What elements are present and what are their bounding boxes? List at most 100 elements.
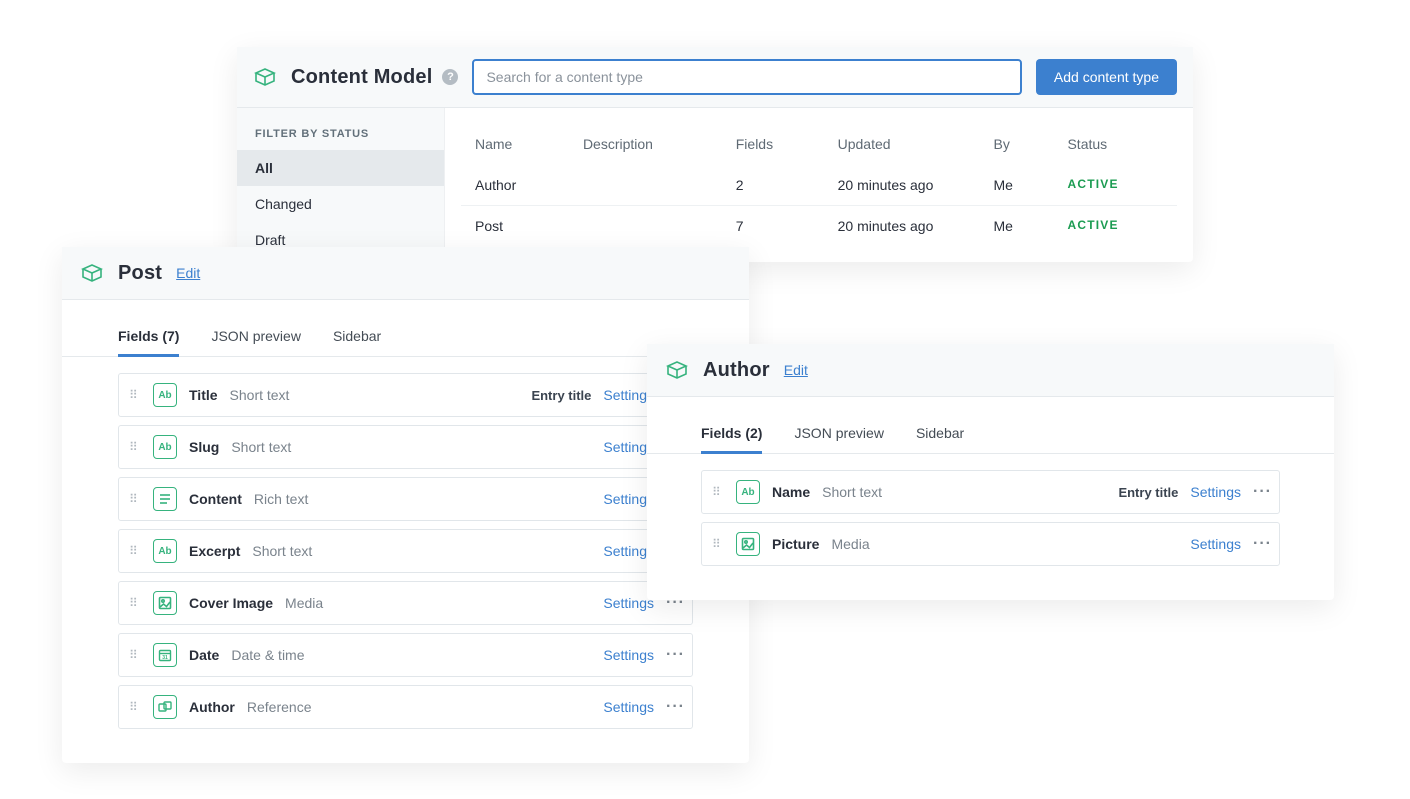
field-name: Content [189,491,242,507]
add-content-type-button[interactable]: Add content type [1036,59,1177,95]
content-types-table: NameDescriptionFieldsUpdatedByStatus Aut… [445,108,1193,262]
field-type: Media [831,536,869,552]
column-header: Updated [824,124,980,165]
cell: Me [980,165,1054,206]
field-row: ⠿ Ab Title Short text Entry title Settin… [118,373,693,417]
field-row: ⠿ Author Reference Settings ··· [118,685,693,729]
media-type-icon [153,591,177,615]
more-icon[interactable]: ··· [1253,535,1269,553]
entry-title-tag: Entry title [531,388,591,403]
cell: 20 minutes ago [824,206,980,247]
cell: Author [461,165,569,206]
drag-handle-icon[interactable]: ⠿ [712,490,724,494]
page-title: Content Model [291,66,432,89]
field-row: ⠿ Cover Image Media Settings ··· [118,581,693,625]
box-icon [253,65,277,89]
field-settings-link[interactable]: Settings [1190,536,1241,552]
field-type: Date & time [231,647,304,663]
field-row: ⠿ 31 Date Date & time Settings ··· [118,633,693,677]
column-header: Status [1053,124,1177,165]
post-window: Post Edit Fields (7) JSON preview Sideba… [62,247,749,763]
drag-handle-icon[interactable]: ⠿ [712,542,724,546]
help-icon[interactable]: ? [442,69,458,85]
field-type: Short text [252,543,312,559]
text-type-icon: Ab [153,383,177,407]
table-row[interactable]: Post 720 minutes agoMeACTIVE [461,206,1177,247]
drag-handle-icon[interactable]: ⠿ [129,705,141,709]
tab-json[interactable]: JSON preview [794,415,883,453]
author-tabs: Fields (2) JSON preview Sidebar [647,415,1334,454]
tab-fields[interactable]: Fields (7) [118,318,179,357]
column-header: Fields [722,124,824,165]
post-title: Post [118,262,162,285]
edit-link[interactable]: Edit [176,265,200,281]
more-icon[interactable]: ··· [666,698,682,716]
box-icon [80,261,104,285]
field-settings-link[interactable]: Settings [603,699,654,715]
drag-handle-icon[interactable]: ⠿ [129,497,141,501]
text-type-icon: Ab [153,435,177,459]
post-tabs: Fields (7) JSON preview Sidebar [62,318,749,357]
drag-handle-icon[interactable]: ⠿ [129,601,141,605]
filter-by-status-title: FILTER BY STATUS [237,128,444,150]
status-badge: ACTIVE [1053,206,1177,247]
text-type-icon: Ab [153,539,177,563]
filter-item[interactable]: Changed [237,186,444,222]
field-settings-link[interactable]: Settings [603,647,654,663]
edit-link[interactable]: Edit [784,362,808,378]
filter-item[interactable]: All [237,150,444,186]
content-model-header: Content Model ? Add content type [237,47,1193,108]
field-row: ⠿ Content Rich text Settings ··· [118,477,693,521]
field-name: Picture [772,536,819,552]
author-header: Author Edit [647,344,1334,397]
cell: Post [461,206,569,247]
field-name: Slug [189,439,219,455]
column-header: By [980,124,1054,165]
box-icon [665,358,689,382]
field-row: ⠿ Picture Media Settings ··· [701,522,1280,566]
table-row[interactable]: Author 220 minutes agoMeACTIVE [461,165,1177,206]
cell: 7 [722,206,824,247]
field-type: Media [285,595,323,611]
cell [569,165,722,206]
svg-text:31: 31 [162,655,168,661]
tab-sidebar[interactable]: Sidebar [916,415,964,453]
field-type: Short text [230,387,290,403]
field-name: Title [189,387,218,403]
field-name: Excerpt [189,543,240,559]
field-type: Reference [247,699,312,715]
drag-handle-icon[interactable]: ⠿ [129,393,141,397]
drag-handle-icon[interactable]: ⠿ [129,549,141,553]
post-header: Post Edit [62,247,749,300]
search-input[interactable] [472,59,1021,95]
field-row: ⠿ Ab Slug Short text Settings ··· [118,425,693,469]
author-window: Author Edit Fields (2) JSON preview Side… [647,344,1334,600]
more-icon[interactable]: ··· [1253,483,1269,501]
field-row: ⠿ Ab Name Short text Entry title Setting… [701,470,1280,514]
more-icon[interactable]: ··· [666,646,682,664]
cell [569,206,722,247]
field-name: Cover Image [189,595,273,611]
date-type-icon: 31 [153,643,177,667]
drag-handle-icon[interactable]: ⠿ [129,653,141,657]
field-row: ⠿ Ab Excerpt Short text Settings ··· [118,529,693,573]
field-settings-link[interactable]: Settings [1190,484,1241,500]
field-type: Short text [822,484,882,500]
tab-sidebar[interactable]: Sidebar [333,318,381,356]
media-type-icon [736,532,760,556]
cell: 20 minutes ago [824,165,980,206]
drag-handle-icon[interactable]: ⠿ [129,445,141,449]
status-badge: ACTIVE [1053,165,1177,206]
column-header: Name [461,124,569,165]
text-type-icon: Ab [736,480,760,504]
author-title: Author [703,359,770,382]
tab-json[interactable]: JSON preview [211,318,300,356]
rich-type-icon [153,487,177,511]
field-type: Rich text [254,491,308,507]
status-filter-sidebar: FILTER BY STATUS AllChangedDraft [237,108,445,262]
cell: Me [980,206,1054,247]
tab-fields[interactable]: Fields (2) [701,415,762,454]
content-model-window: Content Model ? Add content type FILTER … [237,47,1193,262]
cell: 2 [722,165,824,206]
ref-type-icon [153,695,177,719]
